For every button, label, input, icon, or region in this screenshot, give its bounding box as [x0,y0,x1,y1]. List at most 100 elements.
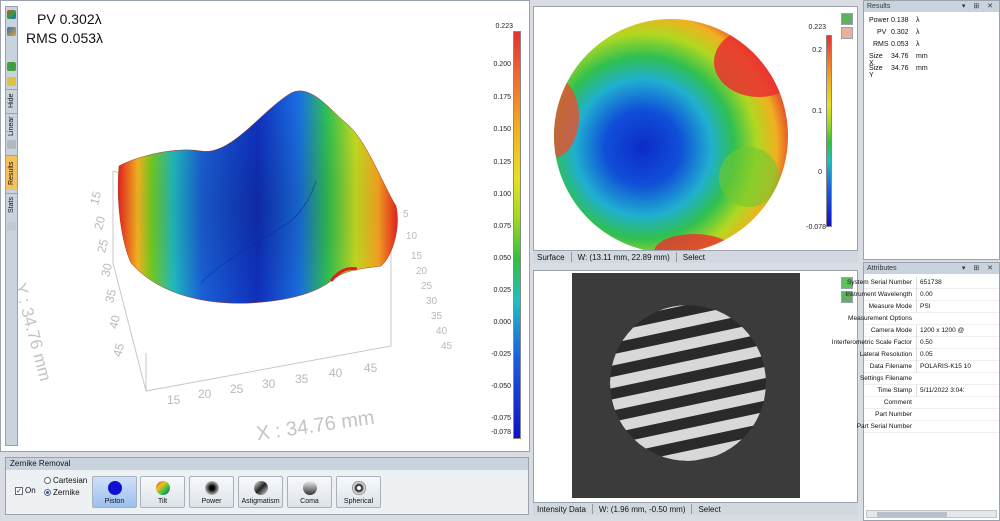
attributes-title: Attributes [867,265,897,272]
x-tick: 45 [364,361,378,375]
attribute-key: Settings Filename [859,375,912,382]
attribute-value: 651738 [916,277,998,289]
y-tick-right: 30 [426,296,438,307]
attribute-row[interactable]: Part Serial Number [857,421,999,433]
status-coords: W: (13.11 mm, 22.89 mm) [577,252,670,262]
spherical-icon [352,481,366,495]
result-key: Size Y [869,65,883,79]
attribute-row[interactable]: Measure Mode PSI [864,301,999,313]
colorbar-small [826,35,832,227]
attribute-key: Time Stamp [877,387,912,394]
surface-2d-view[interactable]: 0.223 0.2 0.1 0 -0.078 [533,6,858,262]
attribute-row[interactable]: Part Number [864,409,999,421]
surface-2d-map[interactable] [534,7,859,252]
x-tick: 25 [230,382,244,396]
spherical-button[interactable]: Spherical [336,476,381,508]
attribute-key: Instrument Wavelength [845,291,912,298]
scrollbar-thumb[interactable] [877,512,947,517]
palette-icon[interactable] [841,27,853,39]
status-mode: Select [682,252,705,262]
colorbar-small-min: -0.078 [806,224,826,231]
cartesian-radio[interactable]: Cartesian [44,476,87,485]
result-unit: mm [916,53,928,60]
attribute-key: Data Filename [869,363,912,370]
colorbar-tick: 0.000 [493,319,511,326]
results-header: Results ▾ ⊞ ✕ [864,1,999,12]
power-button[interactable]: Power [189,476,234,508]
stats-button[interactable]: Stats [6,193,17,217]
y-tick-right: 40 [436,326,448,337]
zernike-label: Zernike [53,488,80,497]
attribute-row[interactable]: Data Filename POLARIS-K15 10 [864,361,999,373]
linear-button[interactable]: Linear [6,113,17,138]
attribute-key: Lateral Resolution [859,351,912,358]
colorbar-tick: -0.050 [491,383,511,390]
attribute-row[interactable]: Camera Mode 1200 x 1200 @ [864,325,999,337]
on-checkbox[interactable]: ✓ On [15,486,36,495]
surface-3d-view[interactable]: 15 20 25 30 35 40 45 15 20 25 30 35 40 4… [0,0,530,452]
zernike-radio[interactable]: Zernike [44,488,80,497]
palette-icon[interactable] [7,77,16,86]
view-3d-icon[interactable] [7,10,16,19]
colorbar-tick: 0.100 [493,191,511,198]
colorbar-tick: 0.050 [493,255,511,262]
attribute-row[interactable]: Time Stamp 5/11/2022 3:04: [864,385,999,397]
tilt-icon [156,481,170,495]
horizontal-scrollbar[interactable] [866,510,997,518]
checkbox-icon: ✓ [15,486,23,495]
status-coords: W: (1.96 mm, -0.50 mm) [598,504,686,514]
cartesian-label: Cartesian [53,476,88,485]
attribute-row[interactable]: Interferometric Scale Factor 0.50 [832,337,999,349]
intensity-status-bar: Intensity Data W: (1.96 mm, -0.50 mm) Se… [533,502,858,515]
attribute-key: Part Serial Number [856,423,912,430]
astigmatism-button[interactable]: Astigmatism [238,476,283,508]
attribute-row[interactable]: Settings Filename [860,373,999,385]
attribute-value: 5/11/2022 3:04: [916,385,998,397]
coma-button[interactable]: Coma [287,476,332,508]
attribute-value: 0.00 [916,289,998,301]
result-unit: λ [916,29,920,36]
attribute-row[interactable]: Lateral Resolution 0.05 [860,349,999,361]
colorbar-main [513,31,521,439]
attribute-row[interactable]: Instrument Wavelength 0.00 [845,289,999,301]
ruler-icon[interactable] [7,140,16,149]
piston-icon [108,481,122,495]
result-value: 0.138 [891,17,909,24]
panel-controls-icon[interactable]: ▾ ⊞ ✕ [962,1,996,12]
grid-icon[interactable] [841,13,853,25]
colorbar-small-tick: 0 [818,169,822,176]
settings-icon[interactable] [7,222,16,231]
x-tick: 35 [295,372,309,386]
attribute-row[interactable]: Measurement Options [848,313,999,325]
radio-icon [44,477,51,484]
attribute-value: PSI [916,301,998,313]
colorbar-tick: -0.025 [491,351,511,358]
view-2d-icon[interactable] [7,27,16,36]
attribute-row[interactable]: Comment [864,397,999,409]
attribute-key: Camera Mode [870,327,912,334]
tilt-button[interactable]: Tilt [140,476,185,508]
on-label: On [25,486,36,495]
result-value: 34.76 [891,53,909,60]
hide-button[interactable]: Hide [6,89,17,111]
stats-label: Stats [8,197,15,214]
y-tick-right: 20 [416,266,428,277]
attribute-value: 1200 x 1200 @ [916,325,998,337]
power-icon [205,481,219,495]
surface-status-bar: Surface W: (13.11 mm, 22.89 mm) Select [533,250,858,263]
result-unit: λ [916,41,920,48]
colorbar-tick: 0.150 [493,126,511,133]
intensity-view[interactable] [533,270,858,503]
results-button[interactable]: Results [6,155,17,190]
attribute-row[interactable]: System Serial Number 651738 [847,277,999,289]
piston-button[interactable]: Piston [92,476,137,508]
attribute-value: 0.05 [916,349,998,361]
colorbar-tick: 0.125 [493,159,511,166]
grid-icon[interactable] [7,62,16,71]
attribute-key: Part Number [875,411,912,418]
attribute-key: Comment [883,399,912,406]
results-panel: Results ▾ ⊞ ✕ Power 0.138 λ PV 0.302 λ R… [863,0,1000,260]
panel-controls-icon[interactable]: ▾ ⊞ ✕ [962,263,996,274]
astigmatism-label: Astigmatism [241,498,280,505]
piston-label: Piston [104,498,125,505]
